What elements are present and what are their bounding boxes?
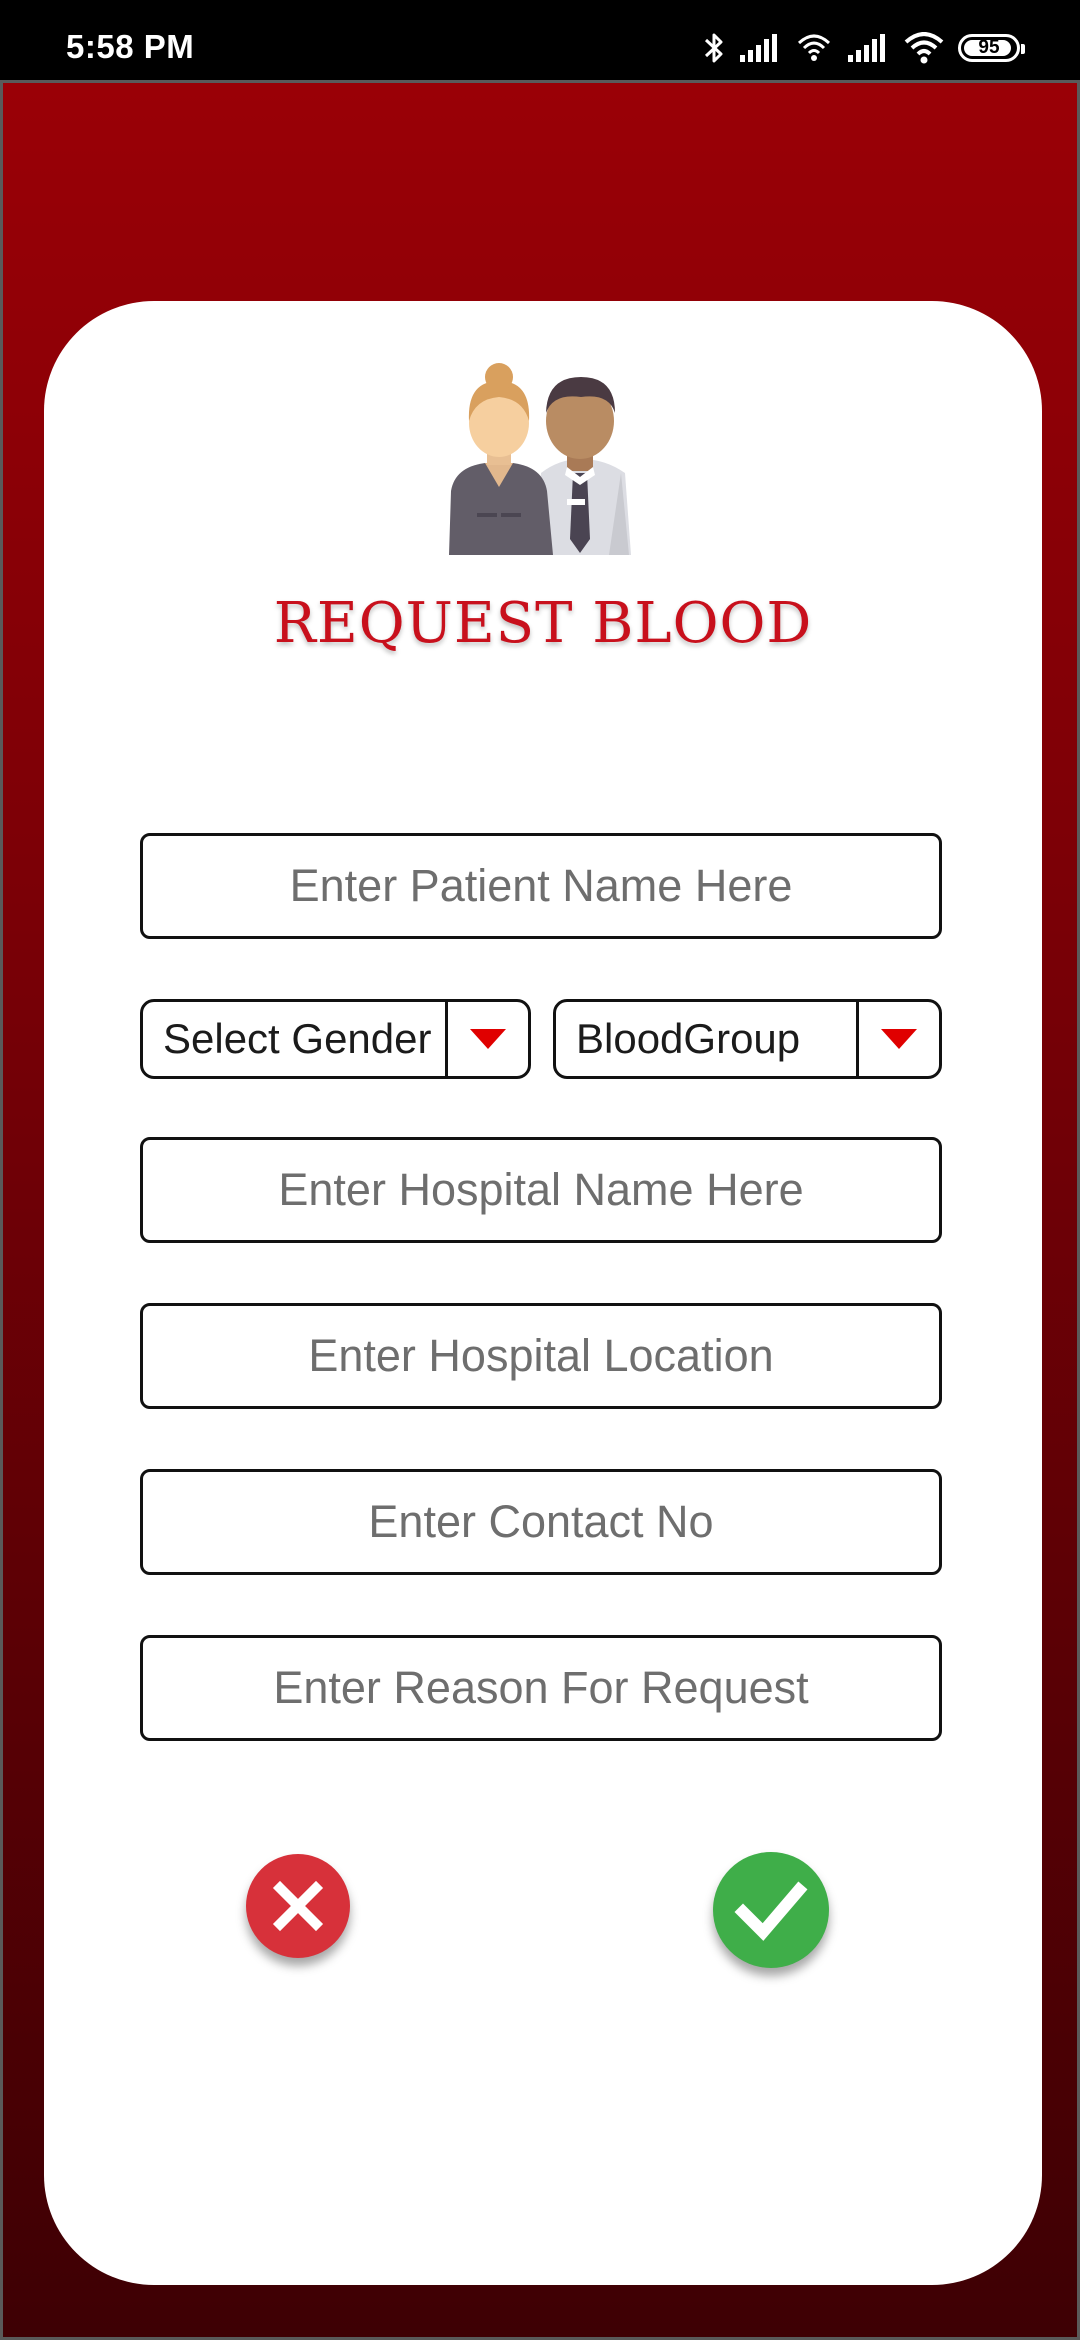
reason-input[interactable] xyxy=(143,1661,939,1715)
patient-name-field[interactable] xyxy=(140,833,942,939)
cancel-button[interactable] xyxy=(246,1854,350,1958)
blood-group-select-label: BloodGroup xyxy=(576,1015,801,1062)
wifi-icon xyxy=(904,32,944,64)
request-card: REQUEST BLOOD Select Gender BloodGroup xyxy=(44,301,1042,2285)
confirm-button[interactable] xyxy=(713,1852,829,1968)
hospital-name-field[interactable] xyxy=(140,1137,942,1243)
gender-select-label: Select Gender xyxy=(163,1015,432,1062)
patient-name-input[interactable] xyxy=(143,859,939,913)
contact-field[interactable] xyxy=(140,1469,942,1575)
hotspot-icon xyxy=(797,34,831,61)
signal-icon xyxy=(848,34,885,62)
signal-icon xyxy=(740,34,777,62)
close-icon xyxy=(272,1880,324,1932)
app-background: REQUEST BLOOD Select Gender BloodGroup xyxy=(0,80,1080,2340)
hospital-name-input[interactable] xyxy=(143,1163,939,1217)
hospital-location-field[interactable] xyxy=(140,1303,942,1409)
people-icon xyxy=(449,363,631,555)
dropdown-arrow-icon[interactable] xyxy=(448,1002,528,1076)
blood-group-select[interactable]: BloodGroup xyxy=(553,999,942,1079)
hospital-location-input[interactable] xyxy=(143,1329,939,1383)
contact-input[interactable] xyxy=(143,1495,939,1549)
status-time: 5:58 PM xyxy=(66,28,195,65)
reason-field[interactable] xyxy=(140,1635,942,1741)
page-title: REQUEST BLOOD xyxy=(273,591,813,656)
status-icons: 95 xyxy=(704,28,1025,68)
battery-level: 95 xyxy=(978,37,1000,58)
dropdown-arrow-icon[interactable] xyxy=(859,1002,939,1076)
check-icon xyxy=(734,1881,808,1941)
status-bar: 5:58 PM 95 xyxy=(0,0,1080,80)
battery-icon: 95 xyxy=(958,34,1025,62)
gender-select[interactable]: Select Gender xyxy=(140,999,531,1079)
bluetooth-icon xyxy=(704,33,723,63)
